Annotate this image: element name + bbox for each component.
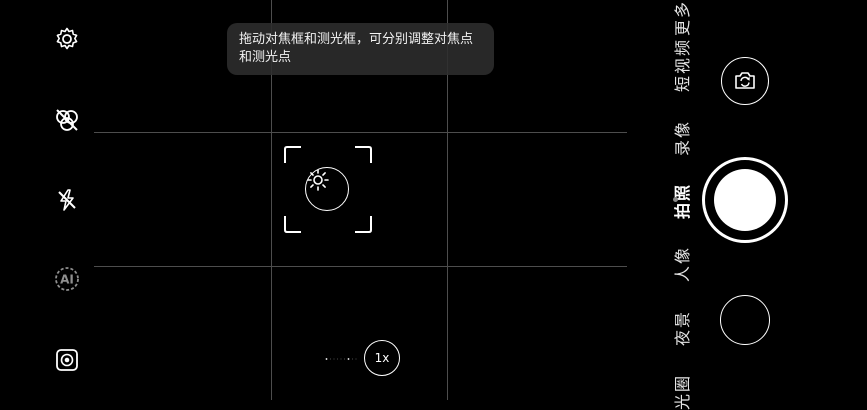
left-control-rail: AI — [0, 0, 94, 400]
ai-filter-button[interactable] — [50, 103, 84, 137]
focus-frame[interactable] — [283, 145, 373, 234]
exposure-meter-button[interactable] — [305, 167, 349, 211]
flash-button[interactable] — [50, 183, 84, 217]
shutter-inner — [714, 169, 776, 231]
capture-controls — [687, 0, 867, 400]
active-mode-indicator — [673, 197, 678, 202]
live-photo-button[interactable] — [50, 343, 84, 377]
switch-camera-button[interactable] — [721, 57, 769, 105]
settings-icon — [56, 27, 78, 50]
grid-line — [94, 266, 627, 267]
grid-line — [94, 132, 627, 133]
focus-hint-text: 拖动对焦框和测光框，可分别调整对焦点和测光点 — [239, 32, 474, 65]
sun-icon — [307, 169, 329, 191]
camera-mode-rail: 更多 短视频 录像 拍照 人像 夜景 光圈 — [627, 0, 692, 410]
flash-off-icon — [58, 189, 76, 211]
ai-mode-label: AI — [60, 273, 74, 287]
shutter-button[interactable] — [702, 157, 788, 243]
settings-button[interactable] — [50, 22, 84, 56]
focus-hint-tooltip: 拖动对焦框和测光框，可分别调整对焦点和测光点 — [227, 23, 494, 75]
zoom-slider[interactable]: 1x — [285, 340, 435, 376]
zoom-level-label: 1x — [374, 351, 390, 365]
ai-mode-button[interactable]: AI — [50, 262, 84, 296]
ai-mode-icon: AI — [55, 267, 79, 291]
zoom-track — [325, 358, 395, 360]
switch-camera-icon — [735, 72, 755, 89]
ai-filter-off-icon — [56, 109, 78, 131]
gallery-thumbnail[interactable] — [720, 295, 770, 345]
live-photo-icon — [56, 349, 78, 371]
zoom-level-button[interactable]: 1x — [364, 340, 400, 376]
